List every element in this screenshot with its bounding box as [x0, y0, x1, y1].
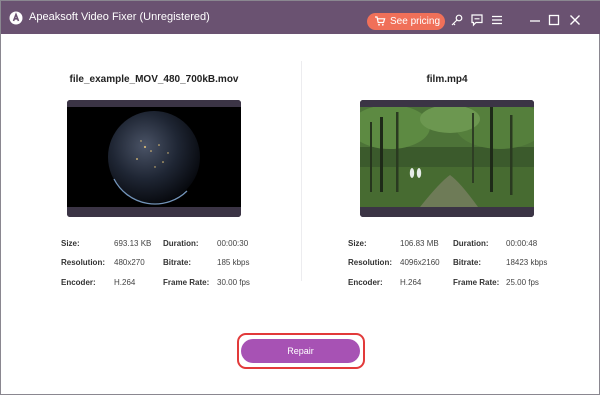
right-size-label: Size:: [348, 239, 367, 248]
left-resolution-value: 480x270: [114, 258, 145, 267]
see-pricing-button[interactable]: See pricing: [367, 13, 445, 30]
right-encoder-label: Encoder:: [348, 278, 383, 287]
right-size-value: 106.83 MB: [400, 239, 439, 248]
column-divider: [301, 61, 302, 281]
right-resolution-label: Resolution:: [348, 258, 392, 267]
app-window: Apeaksoft Video Fixer (Unregistered) See…: [0, 0, 600, 395]
left-resolution-label: Resolution:: [61, 258, 105, 267]
left-bitrate-value: 185 kbps: [217, 258, 250, 267]
left-frame-rate-value: 30.00 fps: [217, 278, 250, 287]
left-encoder-label: Encoder:: [61, 278, 96, 287]
right-duration-label: Duration:: [453, 239, 489, 248]
left-video-thumbnail[interactable]: [67, 100, 241, 217]
key-icon[interactable]: [450, 13, 464, 27]
right-resolution-value: 4096x2160: [400, 258, 440, 267]
maximize-icon[interactable]: [547, 13, 561, 27]
left-encoder-value: H.264: [114, 278, 136, 287]
app-logo-icon: [9, 11, 23, 25]
right-video-thumbnail[interactable]: [360, 100, 534, 217]
left-size-value: 693.13 KB: [114, 239, 152, 248]
left-frame-rate-label: Frame Rate:: [163, 278, 210, 287]
repair-button[interactable]: Repair: [241, 339, 360, 363]
earth-at-night-image: [67, 107, 241, 207]
forest-path-image: [360, 107, 534, 207]
left-size-label: Size:: [61, 239, 80, 248]
cart-icon: [375, 16, 386, 26]
feedback-icon[interactable]: [470, 13, 484, 27]
menu-icon[interactable]: [490, 13, 504, 27]
left-bitrate-label: Bitrate:: [163, 258, 192, 267]
left-duration-value: 00:00:30: [217, 239, 249, 248]
right-duration-value: 00:00:48: [506, 239, 538, 248]
close-icon[interactable]: [568, 13, 582, 27]
minimize-icon[interactable]: [528, 13, 542, 27]
right-frame-rate-label: Frame Rate:: [453, 278, 500, 287]
title-bar: Apeaksoft Video Fixer (Unregistered) See…: [1, 1, 600, 34]
window-title: Apeaksoft Video Fixer (Unregistered): [29, 11, 210, 23]
left-file-name: file_example_MOV_480_700kB.mov: [69, 74, 239, 85]
right-encoder-value: H.264: [400, 278, 422, 287]
right-file-name: film.mp4: [426, 74, 468, 85]
right-frame-rate-value: 25.00 fps: [506, 278, 539, 287]
see-pricing-label: See pricing: [390, 16, 441, 27]
right-bitrate-label: Bitrate:: [453, 258, 482, 267]
right-bitrate-value: 18423 kbps: [506, 258, 548, 267]
left-duration-label: Duration:: [163, 239, 199, 248]
